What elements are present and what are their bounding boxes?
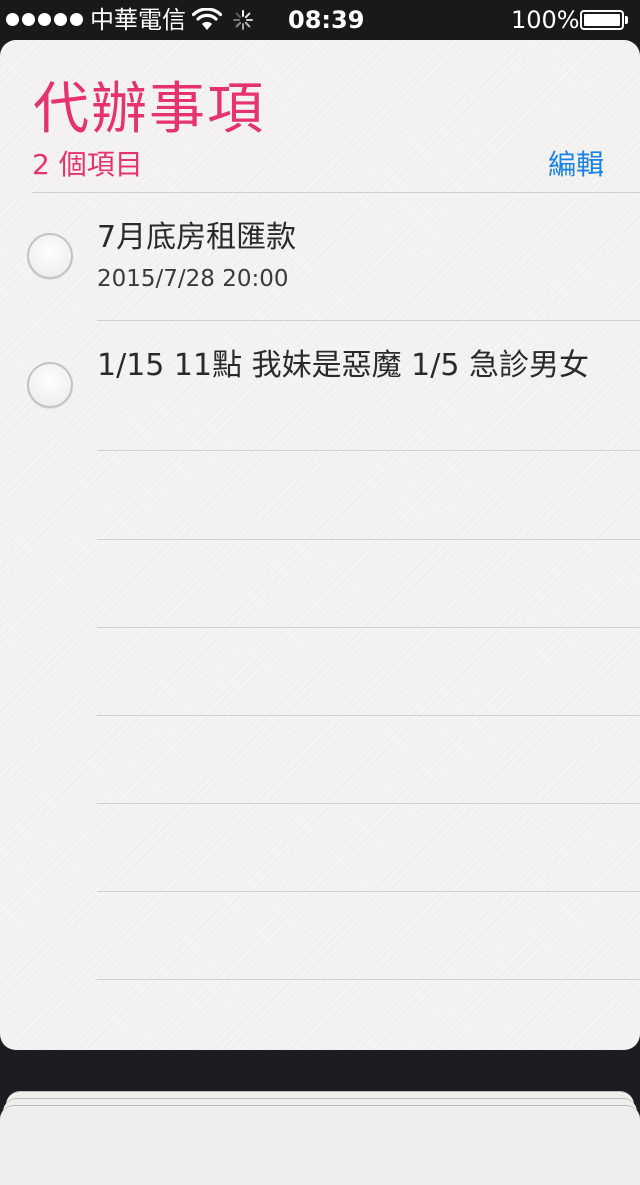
empty-row-line [97, 627, 640, 628]
empty-row-line [97, 891, 640, 892]
reminders-list-card: 代辦事項 2 個項目 編輯 7月底房租匯款 2015/7/28 20:00 1/… [0, 40, 640, 1050]
reminder-title[interactable]: 1/15 11點 我妹是惡魔 1/5 急診男女 [97, 347, 617, 385]
signal-dot [70, 13, 83, 26]
battery-icon [580, 10, 630, 30]
empty-row-line [97, 803, 640, 804]
empty-row-line [97, 539, 640, 540]
signal-dot [54, 13, 67, 26]
edit-button[interactable]: 編輯 [548, 148, 604, 182]
battery-nub [625, 16, 628, 24]
empty-row-line [97, 715, 640, 716]
carrier-name: 中華電信 [90, 6, 186, 34]
reminder-item: 7月底房租匯款 2015/7/28 20:00 [0, 193, 640, 321]
stacked-list-card[interactable] [0, 1105, 640, 1185]
reminder-title[interactable]: 7月底房租匯款 [97, 219, 617, 257]
stacked-lists[interactable] [0, 1050, 640, 1185]
list-title[interactable]: 代辦事項 [33, 70, 265, 150]
row-divider [97, 450, 640, 451]
battery-shell [580, 10, 624, 30]
signal-strength-icon [6, 13, 83, 26]
signal-dot [6, 13, 19, 26]
clock: 08:39 [288, 6, 365, 34]
activity-spinner-icon [233, 10, 253, 30]
complete-checkbox[interactable] [27, 233, 73, 279]
signal-dot [22, 13, 35, 26]
item-count: 2 個項目 [32, 148, 143, 181]
wifi-icon [192, 8, 222, 30]
signal-dot [38, 13, 51, 26]
complete-checkbox[interactable] [27, 362, 73, 408]
reminder-item: 1/15 11點 我妹是惡魔 1/5 急診男女 [0, 321, 640, 451]
battery-fill [584, 14, 620, 26]
reminder-due-date: 2015/7/28 20:00 [97, 266, 289, 292]
status-bar: 中華電信 08:39 100% [0, 0, 640, 40]
empty-row-line [97, 979, 640, 980]
battery-percentage: 100% [511, 6, 580, 34]
